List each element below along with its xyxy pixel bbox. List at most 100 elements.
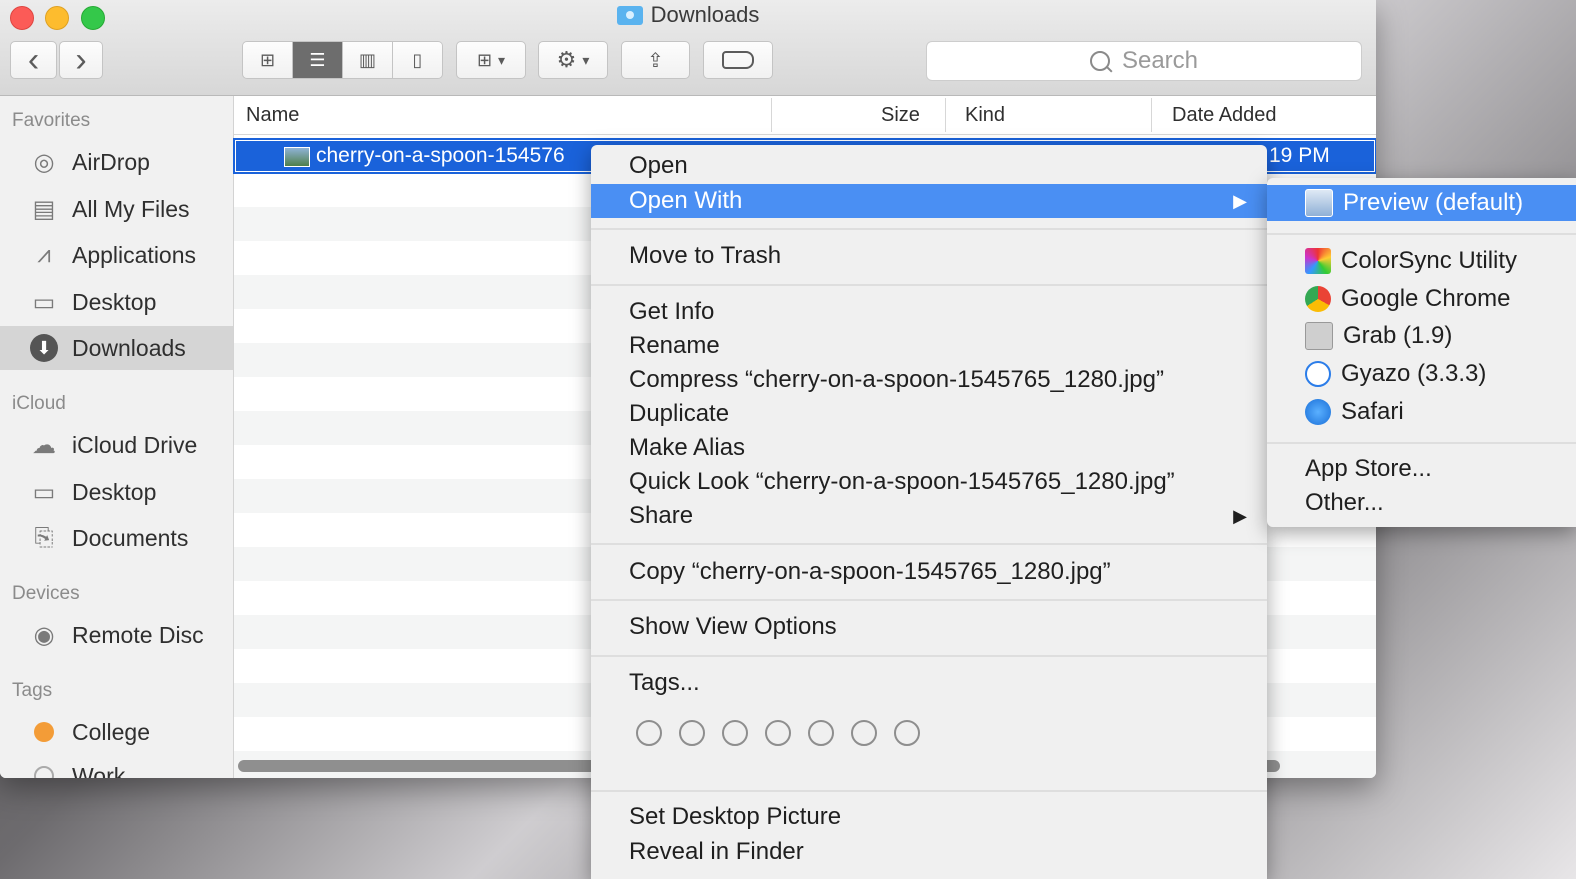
menu-item-label: Copy “cherry-on-a-spoon-1545765_1280.jpg… xyxy=(629,558,1111,585)
column-header-row: Name Size Kind Date Added xyxy=(234,96,1376,135)
arrange-button[interactable]: ⊞ ▾ xyxy=(456,41,526,79)
menu-divider xyxy=(591,655,1267,657)
menu-item-move-to-trash[interactable]: Move to Trash xyxy=(591,239,1267,273)
tag-color-dot-icon xyxy=(28,717,60,747)
menu-item-make-alias[interactable]: Make Alias xyxy=(591,431,1267,465)
menu-item-label: Open With xyxy=(629,187,743,214)
menu-item-share[interactable]: Share ▶ xyxy=(591,499,1267,533)
submenu-item-label: Gyazo (3.3.3) xyxy=(1341,360,1487,387)
tag-circle-icon[interactable] xyxy=(722,720,748,746)
menu-item-label: Get Info xyxy=(629,298,715,325)
menu-item-label: Set Desktop Picture xyxy=(629,803,842,830)
menu-item-open-with[interactable]: Open With ▶ xyxy=(591,184,1267,218)
tag-circle-icon[interactable] xyxy=(636,720,662,746)
tag-circle-icon[interactable] xyxy=(808,720,834,746)
menu-item-copy[interactable]: Copy “cherry-on-a-spoon-1545765_1280.jpg… xyxy=(591,555,1267,589)
menu-divider xyxy=(591,284,1267,286)
submenu-item-label: Preview (default) xyxy=(1343,189,1524,216)
submenu-item-chrome[interactable]: Google Chrome xyxy=(1267,281,1576,317)
sidebar-item-remote-disc[interactable]: ◉ Remote Disc xyxy=(0,613,233,657)
column-header-name[interactable]: Name xyxy=(246,104,299,127)
menu-item-get-info[interactable]: Get Info xyxy=(591,295,1267,329)
submenu-item-other[interactable]: Other... xyxy=(1267,485,1576,521)
tag-circle-icon[interactable] xyxy=(765,720,791,746)
colorsync-icon xyxy=(1305,248,1331,274)
desktop-icon: ▭ xyxy=(32,288,56,316)
menu-item-tags[interactable]: Tags... xyxy=(591,666,1267,700)
menu-divider xyxy=(591,543,1267,545)
submenu-item-preview[interactable]: Preview (default) xyxy=(1267,185,1576,221)
sidebar-item-tag-college[interactable]: College xyxy=(0,710,233,754)
submenu-item-colorsync[interactable]: ColorSync Utility xyxy=(1267,243,1576,279)
sidebar-item-desktop[interactable]: ▭ Desktop xyxy=(0,280,233,324)
menu-item-label: Reveal in Finder xyxy=(629,838,804,865)
sidebar-item-icloud-drive[interactable]: ☁ iCloud Drive xyxy=(0,423,233,467)
column-view-button[interactable]: ▥ xyxy=(343,42,393,78)
sidebar-item-icloud-desktop[interactable]: ▭ Desktop xyxy=(0,470,233,514)
sidebar-item-applications[interactable]: ⩘ Applications xyxy=(0,233,233,277)
search-field[interactable]: Search xyxy=(926,41,1362,81)
devices-header: Devices xyxy=(12,583,80,604)
submenu-arrow-icon: ▶ xyxy=(1233,505,1247,526)
menu-item-quick-look[interactable]: Quick Look “cherry-on-a-spoon-1545765_12… xyxy=(591,465,1267,499)
view-mode-selector: ⊞ ☰ ▥ ▯ xyxy=(242,41,443,79)
grid-icon: ⊞ xyxy=(259,49,276,70)
column-header-kind[interactable]: Kind xyxy=(965,104,1005,127)
list-view-button[interactable]: ☰ xyxy=(293,42,343,78)
menu-item-show-view-options[interactable]: Show View Options xyxy=(591,610,1267,644)
menu-item-label: Open xyxy=(629,152,688,179)
menu-item-set-desktop-picture[interactable]: Set Desktop Picture xyxy=(591,800,1267,834)
chrome-icon xyxy=(1305,286,1331,312)
desktop-icon: ▭ xyxy=(32,478,56,506)
sidebar-item-documents[interactable]: ⎘ Documents xyxy=(0,516,233,560)
menu-item-label: Duplicate xyxy=(629,400,730,427)
airdrop-icon: ◎ xyxy=(33,148,55,176)
list-icon: ☰ xyxy=(309,49,326,70)
menu-divider xyxy=(1267,233,1576,235)
search-icon xyxy=(1089,51,1110,71)
column-header-date-added[interactable]: Date Added xyxy=(1172,104,1277,127)
tag-circle-icon[interactable] xyxy=(851,720,877,746)
tag-circle-icon[interactable] xyxy=(894,720,920,746)
menu-item-label: Compress “cherry-on-a-spoon-1545765_1280… xyxy=(629,366,1164,393)
column-divider[interactable] xyxy=(1151,98,1152,132)
sidebar-item-airdrop[interactable]: ◎ AirDrop xyxy=(0,140,233,184)
action-button[interactable]: ⚙ ▾ xyxy=(538,41,608,79)
submenu-item-label: Safari xyxy=(1341,398,1404,425)
menu-item-duplicate[interactable]: Duplicate xyxy=(591,397,1267,431)
documents-icon: ⎘ xyxy=(34,524,54,551)
menu-item-label: Share xyxy=(629,502,694,529)
menu-item-label: Move to Trash xyxy=(629,242,782,269)
menu-item-reveal-in-finder[interactable]: Reveal in Finder xyxy=(591,835,1267,869)
title-bar: Downloads ‹ › ⊞ ☰ ▥ ▯ ⊞ ▾ ⚙ ▾ ⇪ Search xyxy=(0,0,1376,96)
submenu-item-grab[interactable]: Grab (1.9) xyxy=(1267,318,1576,354)
tags-button[interactable] xyxy=(703,41,773,79)
back-button[interactable]: ‹ xyxy=(10,41,57,79)
preview-icon xyxy=(1305,189,1333,217)
column-divider[interactable] xyxy=(945,98,946,132)
sidebar-item-tag-work[interactable]: Work xyxy=(0,754,233,778)
submenu-item-safari[interactable]: Safari xyxy=(1267,394,1576,430)
submenu-item-app-store[interactable]: App Store... xyxy=(1267,451,1576,487)
column-header-size[interactable]: Size xyxy=(881,104,920,127)
columns-icon: ▥ xyxy=(358,49,376,70)
menu-divider xyxy=(591,228,1267,230)
coverflow-view-button[interactable]: ▯ xyxy=(393,42,442,78)
forward-button[interactable]: › xyxy=(59,41,103,79)
tag-circle-icon[interactable] xyxy=(679,720,705,746)
submenu-item-label: App Store... xyxy=(1305,455,1432,482)
submenu-item-gyazo[interactable]: Gyazo (3.3.3) xyxy=(1267,356,1576,392)
submenu-item-label: Google Chrome xyxy=(1341,285,1511,312)
submenu-arrow-icon: ▶ xyxy=(1233,190,1247,211)
sidebar-item-downloads[interactable]: ⬇ Downloads xyxy=(0,326,233,370)
sidebar-item-all-my-files[interactable]: ▤ All My Files xyxy=(0,187,233,231)
menu-divider xyxy=(591,790,1267,792)
icon-view-button[interactable]: ⊞ xyxy=(243,42,293,78)
share-button[interactable]: ⇪ xyxy=(621,41,690,79)
column-divider[interactable] xyxy=(771,98,772,132)
sidebar: Favorites ◎ AirDrop ▤ All My Files ⩘ Applic… xyxy=(0,96,234,778)
sidebar-item-label: College xyxy=(72,718,150,745)
menu-item-rename[interactable]: Rename xyxy=(591,329,1267,363)
menu-item-open[interactable]: Open xyxy=(591,149,1267,183)
menu-item-compress[interactable]: Compress “cherry-on-a-spoon-1545765_1280… xyxy=(591,363,1267,397)
